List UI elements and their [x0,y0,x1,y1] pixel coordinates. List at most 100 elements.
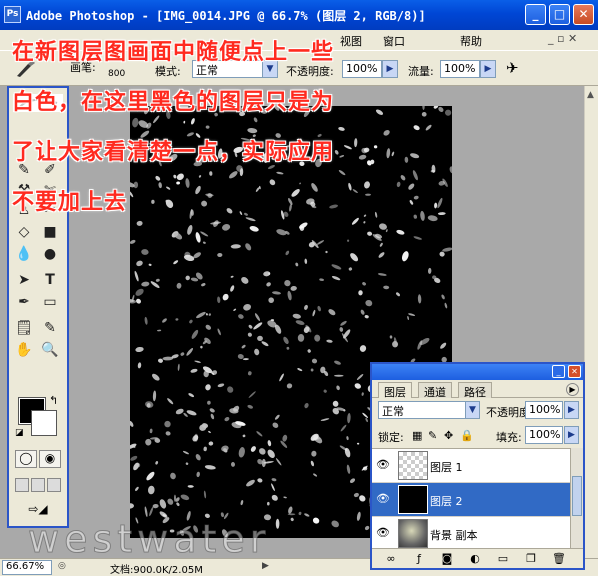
quick-mask-mode-button[interactable]: ◉ [39,450,61,468]
status-menu-icon[interactable]: ◎ [58,561,66,571]
minimize-button[interactable]: _ [525,4,546,25]
speckle [272,291,281,295]
layer-opacity-input[interactable]: 100% [525,401,563,419]
layer-row[interactable]: 👁 背景 副本 [372,517,570,548]
speckle [136,260,143,267]
speckle [336,385,340,391]
visibility-eye-icon[interactable]: 👁 [375,526,391,540]
layer-row-selected[interactable]: 👁 图层 2 [372,483,570,517]
layers-list: 👁 图层 1 👁 图层 2 👁 背景 副本 [372,448,570,548]
speckle [180,494,190,501]
layers-panel-title-bar[interactable]: _ ✕ [372,364,583,380]
menu-help[interactable]: 帮助 [460,33,482,49]
opacity-slider-arrow[interactable]: ▶ [382,60,398,78]
menu-window[interactable]: 窗口 [383,33,405,49]
layer-name[interactable]: 图层 2 [430,493,463,509]
background-color-swatch[interactable] [31,410,57,436]
menu-view[interactable]: 视图 [340,33,362,49]
speckle [367,231,373,236]
fill-input[interactable]: 100% [525,426,563,444]
speckle [145,401,154,408]
add-mask-icon[interactable]: ◙ [440,552,454,566]
new-layer-icon[interactable]: ❐ [524,552,538,566]
type-tool-icon[interactable]: T [39,270,61,290]
tab-layers[interactable]: 图层 [378,382,412,399]
speckle [183,412,188,417]
speckle [217,383,225,388]
speckle [356,442,360,445]
layer-name[interactable]: 背景 副本 [430,527,478,543]
screen-mode-full-button[interactable] [47,478,61,492]
visibility-eye-icon[interactable]: 👁 [375,492,391,506]
opacity-input[interactable]: 100% [342,60,382,78]
layer-name[interactable]: 图层 1 [430,459,463,475]
lock-image-icon[interactable]: ✎ [428,429,437,442]
document-window-controls[interactable]: _ ▫ ✕ [548,32,577,45]
layers-list-scrollbar[interactable] [570,448,583,548]
speckle [226,208,233,214]
speckle [379,223,387,230]
layer-thumbnail [398,451,428,480]
delete-layer-icon[interactable]: 🗑 [552,552,566,566]
notes-tool-icon[interactable]: 🗒 [13,318,35,338]
speckle [151,373,160,381]
jump-to-imageready-icon[interactable]: ⇨◢ [21,502,55,520]
lock-transparency-icon[interactable]: ▦ [412,429,422,442]
speckle [360,309,365,315]
annotation-line-3: 了让大家看清楚一点，实际应用 [12,140,335,165]
gradient-tool-icon[interactable]: ■ [39,222,61,242]
panel-close-button[interactable]: ✕ [568,365,581,378]
default-colors-icon[interactable]: ◪ [15,428,24,438]
zoom-tool-icon[interactable]: 🔍 [39,340,61,360]
maximize-button[interactable]: □ [549,4,570,25]
link-layers-icon[interactable]: ∞ [384,552,398,566]
blur-tool-icon[interactable]: 💧 [13,244,35,264]
panel-minimize-button[interactable]: _ [552,365,565,378]
speckle [408,313,416,316]
status-info-arrow[interactable]: ▶ [262,561,269,571]
path-select-tool-icon[interactable]: ➤ [13,270,35,290]
speckle [245,243,252,251]
pen-tool-icon[interactable]: ✒ [13,292,35,312]
flow-slider-arrow[interactable]: ▶ [480,60,496,78]
blend-mode-dropdown-arrow[interactable]: ▼ [465,401,480,419]
speckle [183,120,186,124]
screen-mode-menu-button[interactable] [31,478,45,492]
eraser-tool-icon[interactable]: ◇ [13,222,35,242]
eyedropper-tool-icon[interactable]: ✎ [39,318,61,338]
standard-mode-button[interactable]: ◯ [15,450,37,468]
speckle [331,275,341,281]
fill-arrow[interactable]: ▶ [564,426,579,444]
speckle [353,492,359,498]
panel-menu-icon[interactable]: ▶ [566,383,579,396]
swap-colors-icon[interactable]: ↰ [49,394,58,407]
photoshop-app-icon[interactable]: Ps [4,6,21,23]
tab-paths[interactable]: 路径 [458,382,492,399]
speckle [320,418,330,421]
close-button[interactable]: ✕ [573,4,594,25]
lock-all-icon[interactable]: 🔒 [460,429,474,442]
workspace-vertical-scrollbar[interactable]: ▲ [584,86,598,558]
screen-mode-standard-button[interactable] [15,478,29,492]
speckle [195,454,201,461]
flow-input[interactable]: 100% [440,60,480,78]
speckle [190,368,198,373]
scrollbar-thumb[interactable] [572,476,582,516]
layers-panel-tabs: 图层 通道 路径 ▶ [372,380,583,399]
dodge-tool-icon[interactable]: ● [39,244,61,264]
zoom-level[interactable]: 66.67% [2,560,52,575]
hand-tool-icon[interactable]: ✋ [13,340,35,360]
layer-row[interactable]: 👁 图层 1 [372,449,570,483]
visibility-eye-icon[interactable]: 👁 [375,458,391,472]
tab-channels[interactable]: 通道 [418,382,452,399]
airbrush-icon[interactable]: ✈ [506,59,519,77]
new-group-icon[interactable]: ▭ [496,552,510,566]
layer-opacity-arrow[interactable]: ▶ [564,401,579,419]
shape-tool-icon[interactable]: ▭ [39,292,61,312]
speckle [356,373,364,381]
brush-size[interactable]: 800 [108,69,125,79]
blend-mode-select[interactable]: 正常 [378,401,466,419]
layer-style-icon[interactable]: ƒ [412,552,426,566]
lock-position-icon[interactable]: ✥ [444,429,453,442]
adjustment-layer-icon[interactable]: ◐ [468,552,482,566]
